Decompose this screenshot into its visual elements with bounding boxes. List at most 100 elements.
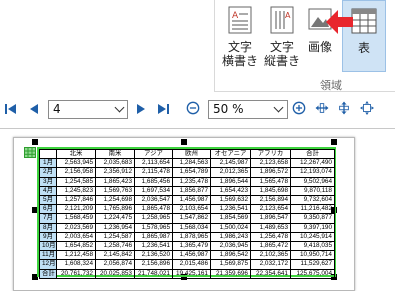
table-cell: 2,123,654 <box>250 204 291 215</box>
table-cell: 1,284,563 <box>172 158 211 169</box>
data-table: 北米 南米 アジア 欧州 オセアニア アフリカ 合計 1月 2,563,945 2,… <box>39 148 335 279</box>
zoom-select[interactable]: 50 % <box>208 100 288 119</box>
table-row: 5月 1,257,846 1,254,698 2,036,547 1,456,987 1,… <box>39 195 335 206</box>
table-cell: 2,102,365 <box>250 250 291 261</box>
zoom-value: 50 % <box>213 102 244 116</box>
table-header-cell: アフリカ <box>250 148 291 160</box>
table-header-cell: 合計 <box>290 148 335 160</box>
table-row-header: 11月 <box>39 250 57 261</box>
table-cell: 1,565,478 <box>250 176 291 187</box>
table-row-header: 10月 <box>39 241 57 252</box>
table-cell: 1,578,965 <box>134 222 173 233</box>
table-cell: 1,569,632 <box>210 195 251 206</box>
table-cell: 1,258,965 <box>134 213 173 224</box>
table-cell: 2,356,912 <box>95 167 135 178</box>
zoom-in-icon[interactable] <box>292 101 306 115</box>
last-page-icon[interactable] <box>156 102 170 116</box>
table-cell: 1,654,423 <box>210 185 251 197</box>
next-page-icon[interactable] <box>134 102 148 116</box>
resize-handle[interactable] <box>331 139 337 145</box>
table-cell: 1,254,587 <box>95 231 135 243</box>
table-row-header: 3月 <box>39 176 57 187</box>
table-row-header: 6月 <box>39 204 57 215</box>
table-cell: 1,236,541 <box>134 241 173 252</box>
table-row: 10月 1,654,852 1,258,746 1,236,541 1,365,479 2… <box>39 241 335 252</box>
table-row-header: 1月 <box>39 158 57 169</box>
table-cell: 2,036,945 <box>210 241 251 252</box>
fit-all-icon[interactable] <box>360 101 374 115</box>
text-horizontal-icon: A <box>228 6 252 34</box>
table-cell: 2,103,654 <box>172 204 211 215</box>
fit-page-icon[interactable] <box>337 101 351 115</box>
chevron-down-icon <box>273 102 284 113</box>
table-cell: 1,896,572 <box>250 167 291 178</box>
previous-page-icon[interactable] <box>27 102 41 116</box>
table-cell: 9,870,118 <box>290 185 335 197</box>
table-cell: 1,865,987 <box>134 231 173 243</box>
table-cell: 2,145,987 <box>210 158 251 169</box>
table-cell: 2,121,209 <box>56 204 96 215</box>
table-header-cell: 北米 <box>56 148 96 160</box>
table-cell: 1,654,789 <box>172 167 211 178</box>
data-table-frame[interactable]: 北米 南米 アジア 欧州 オセアニア アフリカ 合計 1月 2,563,945 2,… <box>37 147 336 279</box>
table-cell: 9,502,964 <box>290 176 335 187</box>
table-cell: 2,123,658 <box>250 158 291 169</box>
resize-handle[interactable] <box>32 139 38 145</box>
page-number-select[interactable]: 4 <box>48 100 128 119</box>
table-cell: 1,865,423 <box>95 176 135 187</box>
table-row: 3月 1,254,585 1,865,423 1,685,456 1,235,478 1,… <box>39 176 335 187</box>
table-cell: 1,896,542 <box>210 250 251 261</box>
table-cell: 12,193,074 <box>290 167 335 178</box>
table-cell: 2,156,894 <box>250 195 291 206</box>
table-cell: 1,685,456 <box>134 176 173 187</box>
resize-handle[interactable] <box>181 139 187 145</box>
table-cell: 11,529,627 <box>290 259 335 270</box>
table-cell: 9,418,035 <box>290 241 335 252</box>
table-row-header: 12月 <box>39 259 57 270</box>
fit-width-icon[interactable] <box>315 101 329 115</box>
table-row: 1月 2,563,945 2,035,683 2,113,654 1,284,563 2,… <box>39 158 335 169</box>
table-cell: 1,254,585 <box>56 176 96 187</box>
table-row: 合計 20,761,732 20,025,853 21,748,021 19,425,1… <box>39 268 335 279</box>
table-cell: 12,267,490 <box>290 158 335 169</box>
text-horizontal-label: 文字 横書き <box>221 40 258 68</box>
text-horizontal-button[interactable]: A 文字 横書き <box>220 0 260 70</box>
table-header-cell <box>39 148 57 160</box>
table-cell: 2,115,478 <box>134 167 173 178</box>
zoom-out-icon[interactable] <box>186 101 200 115</box>
table-cell: 2,012,365 <box>210 167 251 178</box>
pointer-arrow-icon <box>326 10 353 34</box>
first-page-icon[interactable] <box>4 102 18 116</box>
table-cell: 1,254,698 <box>95 195 135 206</box>
table-cell: 11,216,482 <box>290 204 335 215</box>
table-row: 7月 1,568,459 1,224,475 1,258,965 1,547,862 1,… <box>39 213 335 224</box>
table-cell: 2,003,654 <box>56 231 96 243</box>
table-cell: 1,896,547 <box>250 213 291 224</box>
table-cell: 1,489,653 <box>250 222 291 233</box>
svg-text:A: A <box>232 11 239 21</box>
table-cell: 2,036,547 <box>134 195 173 206</box>
table-cell: 9,350,877 <box>290 213 335 224</box>
table-row: 12月 1,608,324 2,056,874 2,156,896 2,015,486 1… <box>39 259 335 270</box>
table-header-cell: 欧州 <box>172 148 211 160</box>
table-cell: 1,896,544 <box>210 176 251 187</box>
table-row: 6月 2,121,209 1,765,896 1,865,478 2,103,654 1,… <box>39 204 335 215</box>
text-vertical-button[interactable]: A 文字 縦書き <box>262 0 302 70</box>
table-cell: 1,568,034 <box>172 222 211 233</box>
table-cell: 2,113,654 <box>134 158 173 169</box>
table-header-cell: 南米 <box>95 148 135 160</box>
table-row-header: 4月 <box>39 185 57 197</box>
table-grid-icon[interactable] <box>24 147 36 158</box>
table-cell: 2,032,172 <box>250 259 291 270</box>
table-cell: 1,854,569 <box>210 213 251 224</box>
table-row: 8月 2,023,569 1,236,954 1,578,965 1,568,034 1,… <box>39 222 335 233</box>
table-cell: 20,761,732 <box>56 268 96 279</box>
table-cell: 1,236,541 <box>210 204 251 215</box>
svg-text:A: A <box>285 11 291 20</box>
table-cell: 10,245,914 <box>290 231 335 243</box>
table-cell: 22,354,641 <box>250 268 291 279</box>
table-cell: 21,748,021 <box>134 268 173 279</box>
table-cell: 1,235,478 <box>172 176 211 187</box>
table-cell: 1,878,965 <box>172 231 211 243</box>
table-cell: 1,856,877 <box>172 185 211 197</box>
